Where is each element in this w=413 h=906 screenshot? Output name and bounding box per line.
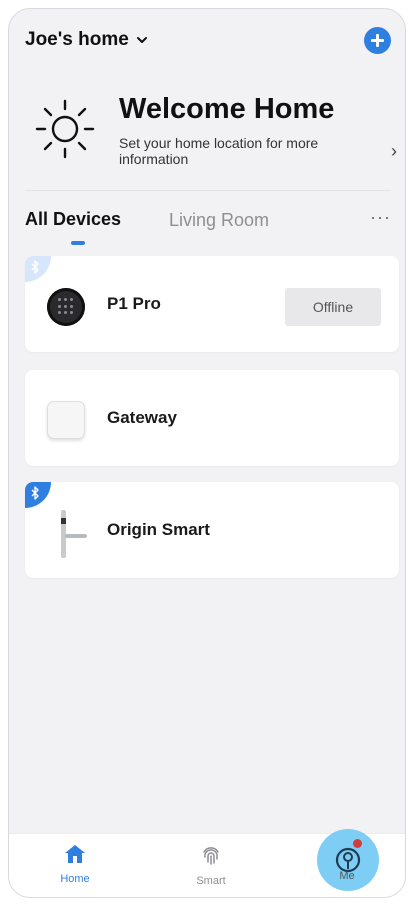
device-card-p1-pro[interactable]: P1 Pro Offline: [25, 256, 399, 352]
divider: [25, 190, 391, 191]
status-badge: Offline: [285, 288, 381, 326]
device-name: Origin Smart: [107, 520, 210, 539]
device-name: Gateway: [107, 408, 177, 427]
door-handle-icon: [55, 510, 89, 558]
nav-smart-label: Smart: [196, 875, 226, 887]
home-name: Joe's home: [25, 29, 129, 50]
header: Joe's home: [25, 27, 391, 59]
device-card-gateway[interactable]: Gateway: [25, 370, 399, 466]
nav-me-label: Me: [339, 870, 355, 882]
bluetooth-icon: [31, 260, 39, 274]
welcome-banner[interactable]: Welcome Home Set your home location for …: [25, 87, 397, 177]
welcome-subtitle: Set your home location for more informat…: [119, 135, 319, 167]
active-tab-indicator: [71, 241, 85, 245]
app-screen: Joe's home Welcome Home Set your home lo…: [8, 8, 406, 898]
sun-icon: [35, 99, 95, 159]
nav-smart[interactable]: Smart: [171, 844, 251, 887]
device-name: P1 Pro: [107, 294, 161, 313]
nav-home-label: Home: [60, 873, 90, 885]
home-selector[interactable]: Joe's home: [25, 29, 149, 51]
device-card-origin-smart[interactable]: Origin Smart: [25, 482, 399, 578]
chevron-right-icon: ›: [391, 141, 397, 161]
tab-all-devices[interactable]: All Devices: [25, 209, 121, 230]
more-options-icon[interactable]: ···: [370, 207, 391, 228]
bluetooth-icon: [31, 486, 39, 500]
fingerprint-icon: [203, 847, 219, 865]
chevron-down-icon: [136, 37, 147, 43]
bluetooth-badge: [25, 482, 51, 508]
home-icon: [65, 845, 85, 863]
welcome-title: Welcome Home: [119, 93, 335, 125]
notification-dot: [353, 839, 362, 848]
gateway-icon: [47, 401, 85, 439]
nav-home[interactable]: Home: [35, 844, 115, 885]
bluetooth-badge: [25, 256, 51, 282]
keypad-lock-icon: [47, 288, 85, 326]
tab-living-room[interactable]: Living Room: [169, 210, 269, 231]
room-tabs: All Devices Living Room ···: [25, 207, 391, 249]
add-device-button[interactable]: [364, 27, 391, 54]
